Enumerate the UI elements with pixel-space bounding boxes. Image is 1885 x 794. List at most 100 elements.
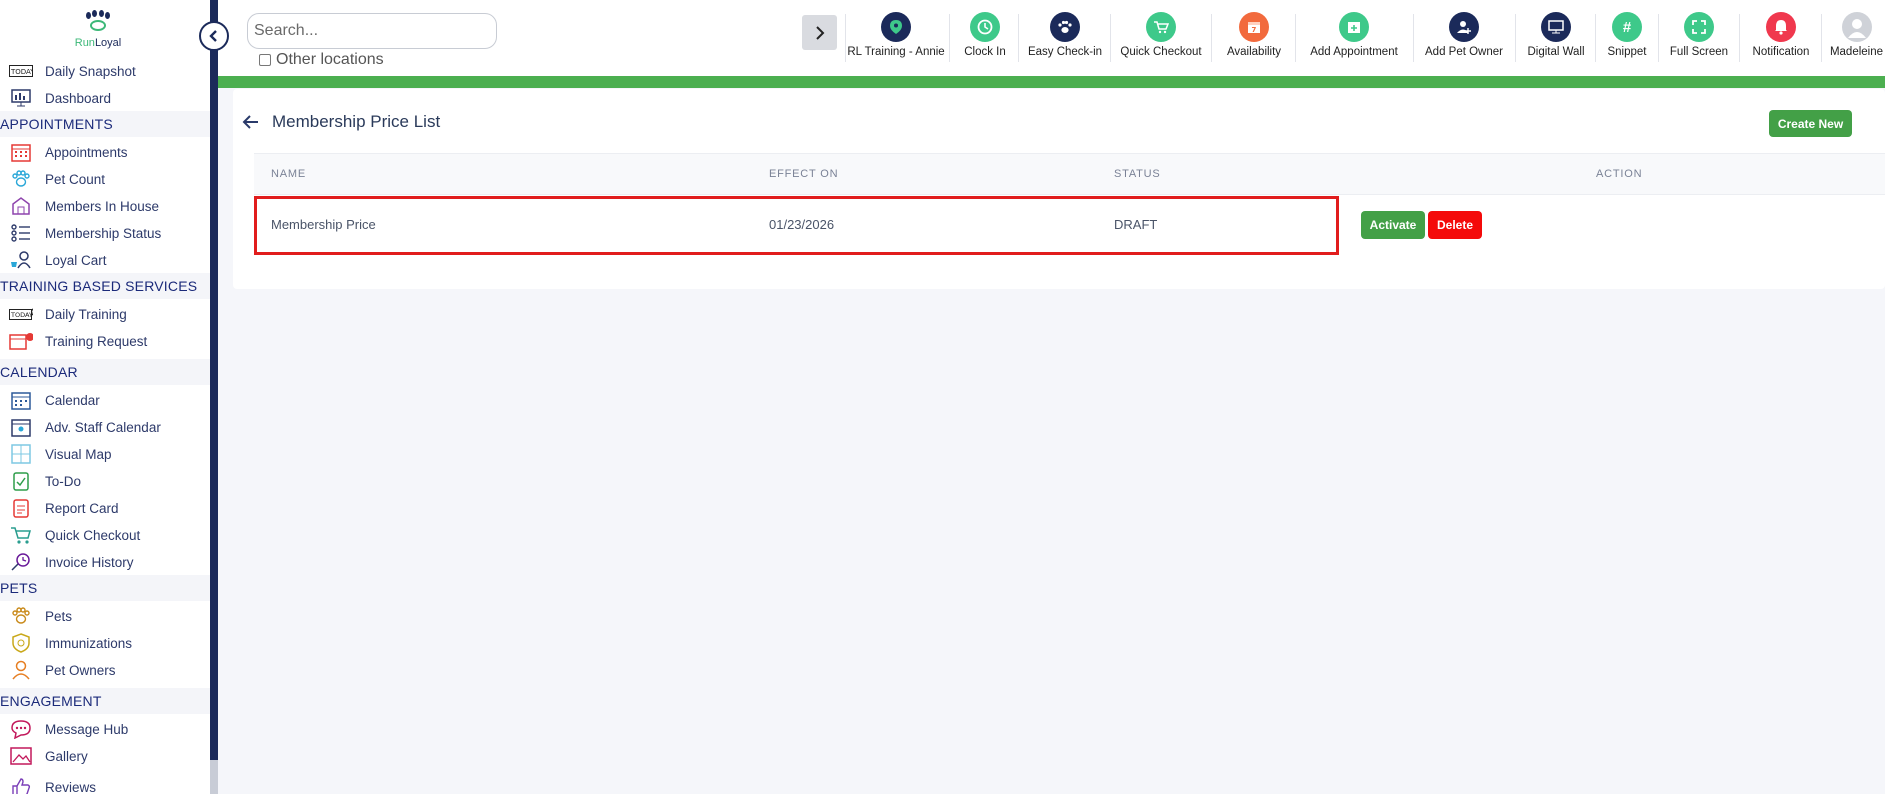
toolbar-next-button[interactable] bbox=[802, 15, 837, 50]
calendar-icon: 7 bbox=[1239, 12, 1269, 42]
invoice-history-icon bbox=[9, 551, 33, 573]
activate-button[interactable]: Activate bbox=[1361, 211, 1425, 239]
paw-icon bbox=[9, 605, 33, 627]
section-pets: PETS bbox=[0, 575, 210, 601]
sidebar-item-label: Quick Checkout bbox=[45, 527, 141, 543]
delete-button[interactable]: Delete bbox=[1428, 211, 1482, 239]
tool-label: Digital Wall bbox=[1527, 46, 1585, 58]
sidebar-item-label: Dashboard bbox=[45, 90, 112, 106]
sidebar-item-pet-count[interactable]: Pet Count bbox=[0, 167, 105, 191]
sidebar-item-pet-owners[interactable]: Pet Owners bbox=[0, 658, 116, 682]
paw-icon bbox=[1050, 12, 1080, 42]
sidebar-item-gallery[interactable]: Gallery bbox=[0, 744, 88, 768]
create-new-button[interactable]: Create New bbox=[1769, 110, 1852, 137]
sidebar-item-membership-status[interactable]: Membership Status bbox=[0, 221, 161, 245]
sidebar-item-label: Membership Status bbox=[45, 225, 162, 241]
scrollbar-thumb[interactable] bbox=[210, 760, 218, 794]
sidebar-item-daily-training[interactable]: TODAY Daily Training bbox=[0, 302, 127, 326]
tool-label: Easy Check-in bbox=[1027, 46, 1103, 58]
sidebar-item-to-do[interactable]: To-Do bbox=[0, 469, 81, 493]
sidebar-item-label: Gallery bbox=[45, 748, 88, 764]
sidebar-item-invoice-history[interactable]: Invoice History bbox=[0, 550, 134, 574]
sidebar-item-label: Invoice History bbox=[45, 554, 134, 570]
sidebar-item-dashboard[interactable]: Dashboard bbox=[0, 86, 111, 110]
calendar-icon bbox=[9, 389, 33, 411]
thumbs-up-icon bbox=[9, 776, 33, 794]
sidebar-item-label: Pet Owners bbox=[45, 662, 116, 678]
sidebar-item-message-hub[interactable]: Message Hub bbox=[0, 717, 128, 741]
column-header-name: NAME bbox=[271, 168, 306, 180]
cell-name: Membership Price bbox=[271, 217, 376, 232]
search-input[interactable] bbox=[247, 13, 497, 49]
sidebar-item-members-in-house[interactable]: Members In House bbox=[0, 194, 159, 218]
tool-location[interactable]: RL Training - Annie bbox=[847, 12, 945, 62]
runloyal-logo[interactable]: RunLoyal bbox=[68, 10, 128, 49]
checkout-cart-icon bbox=[9, 524, 33, 546]
gallery-icon bbox=[9, 745, 33, 767]
sidebar-item-visual-map[interactable]: Visual Map bbox=[0, 442, 112, 466]
sidebar-item-loyal-cart[interactable]: Loyal Cart bbox=[0, 248, 107, 272]
tool-label: Add Appointment bbox=[1310, 46, 1398, 58]
tool-label: Availability bbox=[1226, 46, 1282, 58]
section-appointments: APPOINTMENTS bbox=[0, 111, 210, 137]
other-locations-checkbox[interactable]: Other locations bbox=[259, 51, 384, 69]
add-person-icon bbox=[1449, 12, 1479, 42]
sidebar-collapse-button[interactable] bbox=[199, 21, 229, 51]
expand-icon bbox=[1684, 12, 1714, 42]
sidebar-item-label: Visual Map bbox=[45, 446, 112, 462]
sidebar-item-reviews[interactable]: Reviews bbox=[0, 775, 96, 794]
sidebar-scrollbar[interactable] bbox=[210, 0, 218, 794]
sidebar-item-training-request[interactable]: Training Request bbox=[0, 329, 147, 353]
sidebar-item-immunizations[interactable]: Immunizations bbox=[0, 631, 132, 655]
tool-notification[interactable]: Notification bbox=[1748, 12, 1814, 62]
today-icon: TODAY bbox=[9, 60, 33, 82]
staff-calendar-icon bbox=[9, 416, 33, 438]
sidebar-item-label: Appointments bbox=[45, 144, 128, 160]
column-header-status: STATUS bbox=[1114, 168, 1161, 180]
sidebar-item-calendar[interactable]: Calendar bbox=[0, 388, 100, 412]
tool-label: Add Pet Owner bbox=[1425, 46, 1503, 58]
tool-quick-checkout[interactable]: Quick Checkout bbox=[1120, 12, 1202, 62]
sidebar-item-label: Training Request bbox=[45, 333, 148, 349]
tool-add-appointment[interactable]: Add Appointment bbox=[1306, 12, 1402, 62]
cell-status: DRAFT bbox=[1114, 217, 1158, 232]
svg-text:TODAY: TODAY bbox=[10, 311, 33, 319]
sidebar-item-daily-snapshot[interactable]: TODAY Daily Snapshot bbox=[0, 59, 136, 83]
tool-label: Clock In bbox=[964, 46, 1006, 58]
calendar-request-icon bbox=[9, 330, 33, 352]
tool-availability[interactable]: 7 Availability bbox=[1222, 12, 1286, 62]
chevron-left-icon bbox=[209, 30, 217, 42]
section-engagement: ENGAGEMENT bbox=[0, 688, 210, 714]
tool-label: Snippet bbox=[1607, 46, 1647, 58]
tool-label: Quick Checkout bbox=[1120, 46, 1202, 58]
sidebar-item-label: Pets bbox=[45, 608, 73, 624]
dog-logo-icon bbox=[84, 10, 112, 36]
top-toolbar: Other locations RL Training - Annie Cloc… bbox=[218, 0, 1885, 76]
header-accent-bar bbox=[218, 76, 1885, 88]
cart-icon bbox=[1146, 12, 1176, 42]
section-calendar: CALENDAR bbox=[0, 359, 210, 385]
svg-text:7: 7 bbox=[1252, 26, 1257, 34]
checkbox-box[interactable] bbox=[259, 54, 271, 66]
tool-add-pet-owner[interactable]: Add Pet Owner bbox=[1422, 12, 1506, 62]
sidebar-item-adv-staff-calendar[interactable]: Adv. Staff Calendar bbox=[0, 415, 161, 439]
sidebar-item-label: Reviews bbox=[45, 779, 97, 794]
tool-snippet[interactable]: # Snippet bbox=[1604, 12, 1650, 62]
tool-easy-check-in[interactable]: Easy Check-in bbox=[1027, 12, 1103, 62]
sidebar-item-appointments[interactable]: Appointments bbox=[0, 140, 128, 164]
sidebar-item-pets[interactable]: Pets bbox=[0, 604, 72, 628]
tool-digital-wall[interactable]: Digital Wall bbox=[1524, 12, 1588, 62]
tool-clock-in[interactable]: Clock In bbox=[960, 12, 1010, 62]
chevron-right-icon bbox=[815, 25, 824, 40]
back-button[interactable] bbox=[242, 113, 260, 131]
tool-full-screen[interactable]: Full Screen bbox=[1667, 12, 1731, 62]
sidebar-item-quick-checkout[interactable]: Quick Checkout bbox=[0, 523, 140, 547]
today-training-icon: TODAY bbox=[9, 303, 33, 325]
shield-icon bbox=[9, 632, 33, 654]
hash-icon: # bbox=[1612, 12, 1642, 42]
location-pin-icon bbox=[881, 12, 911, 42]
monitor-icon bbox=[1541, 12, 1571, 42]
sidebar-item-label: To-Do bbox=[45, 473, 82, 489]
sidebar-item-report-card[interactable]: Report Card bbox=[0, 496, 119, 520]
user-menu[interactable]: Madeleine bbox=[1828, 12, 1885, 62]
